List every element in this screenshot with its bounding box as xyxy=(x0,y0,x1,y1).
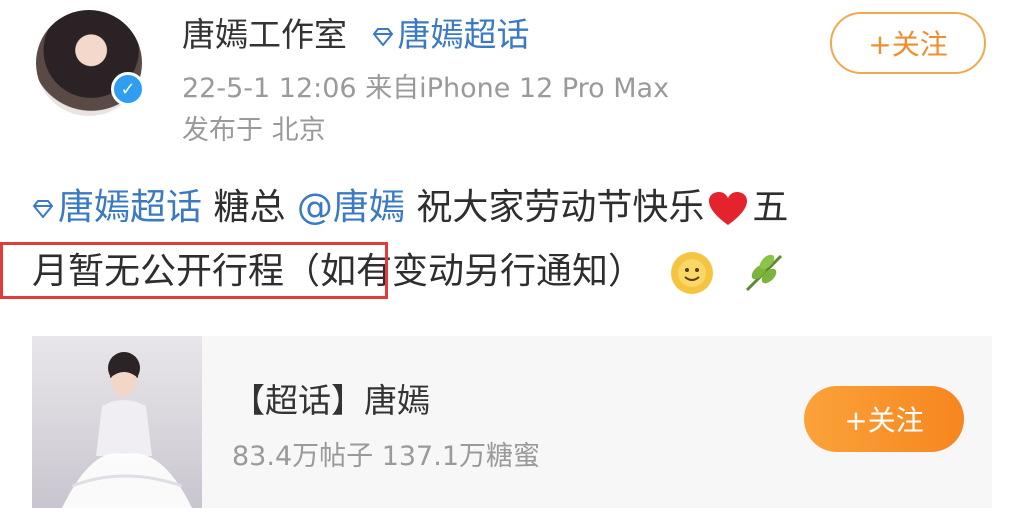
card-title[interactable]: 【超话】唐嫣 xyxy=(232,374,430,422)
timestamp: 22-5-1 12:06 xyxy=(182,73,357,104)
content-text: 糖总 xyxy=(202,187,297,228)
highlight-box xyxy=(0,242,388,299)
post-meta: 22-5-1 12:06 来自iPhone 12 Pro Max xyxy=(182,66,669,105)
content-topic-link[interactable]: 唐嫣超话 xyxy=(58,187,202,228)
sun-emoji-icon xyxy=(671,252,714,294)
author-name[interactable]: 唐嫣工作室 xyxy=(182,15,347,54)
heart-emoji-icon xyxy=(709,192,748,225)
follow-topic-button[interactable]: +关注 xyxy=(804,386,964,452)
content-text: 五 xyxy=(752,187,789,228)
leaf-emoji-icon xyxy=(745,254,782,292)
follow-button[interactable]: +关注 xyxy=(830,12,986,74)
topic-tag-link[interactable]: 唐嫣超话 xyxy=(398,15,530,54)
card-thumbnail xyxy=(32,336,202,508)
post-header: 唐嫣工作室 唐嫣超话 xyxy=(182,8,530,56)
verified-badge-icon: ✓ xyxy=(111,72,145,106)
super-topic-card[interactable]: 【超话】唐嫣 83.4万帖子 137.1万糖蜜 +关注 xyxy=(32,336,992,508)
post-source: 来自iPhone 12 Pro Max xyxy=(365,73,670,104)
content-text: 祝大家劳动节快乐 xyxy=(404,187,705,228)
post-location: 发布于 北京 xyxy=(182,115,326,146)
diamond-topic-icon xyxy=(32,200,54,218)
diamond-topic-icon xyxy=(372,27,393,46)
card-stats: 83.4万帖子 137.1万糖蜜 xyxy=(232,441,540,472)
mention-link[interactable]: @唐嫣 xyxy=(297,187,405,228)
